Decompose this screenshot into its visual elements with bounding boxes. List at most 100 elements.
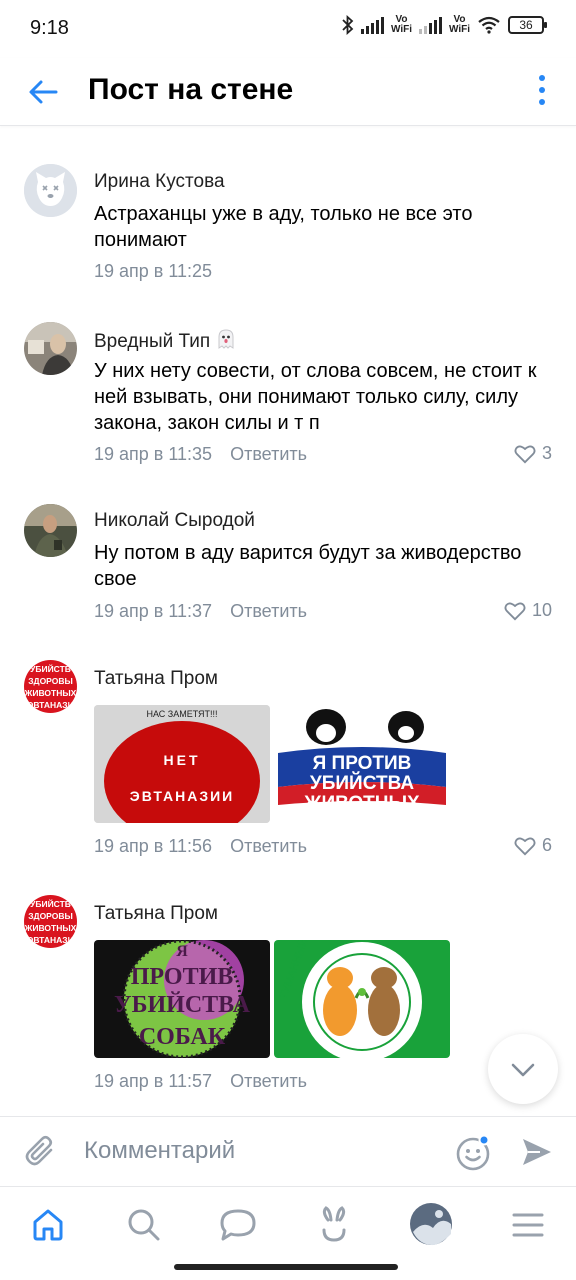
more-button[interactable] [536, 72, 548, 108]
attached-photo[interactable]: Я ПРОТИВ УБИЙСТВА СОБАК [94, 940, 270, 1058]
like-count: 10 [531, 600, 552, 620]
comment-text: Ну потом в аду варится будут за живодерс… [94, 542, 522, 590]
avatar[interactable] [24, 164, 77, 217]
reply-button[interactable]: Ответить [230, 1071, 307, 1092]
svg-text:ЖИВОТНЫХ: ЖИВОТНЫХ [303, 793, 420, 814]
more-dot-icon [539, 99, 545, 105]
comment-time: 19 апр в 11:37 [94, 601, 213, 621]
comment-meta: 19 апр в 11:57 Ответить [94, 1071, 307, 1092]
attached-photo[interactable]: Я ПРОТИВ УБИЙСТВА ЖИВОТНЫХ [274, 705, 450, 823]
status-time: 9:18 [30, 17, 69, 39]
vowifi-label-2: Vo WiFi [448, 14, 470, 35]
app-header: Пост на стене [0, 58, 576, 126]
comment-compose-bar: Комментарий [0, 1116, 576, 1186]
dog-and-cat-emblem-image: ТУМАННЫЙ В...ЗВИТИЯ РОСС [274, 940, 450, 1058]
svg-text:УБИЙСТВА: УБИЙСТВА [310, 772, 414, 794]
svg-text:УБИЙСТВА: УБИЙСТВА [114, 992, 251, 1018]
nav-search[interactable] [124, 1205, 164, 1245]
svg-text:ПРОТИВ: ПРОТИВ [131, 964, 234, 990]
svg-text:ЗДОРОВЫ: ЗДОРОВЫ [28, 676, 73, 686]
emoji-button[interactable] [454, 1133, 492, 1176]
comment-author[interactable]: Николай Сыродой [94, 510, 255, 532]
comment-meta: 19 апр в 11:25 [94, 261, 212, 282]
svg-text:Я ПРОТИВ: Я ПРОТИВ [313, 753, 412, 774]
profile-avatar-icon [410, 1203, 452, 1246]
send-icon [523, 1139, 551, 1165]
svg-text:ЭВТАНАЗИИ: ЭВТАНАЗИИ [130, 788, 234, 804]
wifi-icon [478, 16, 500, 34]
comment-time: 19 апр в 11:35 [94, 444, 213, 464]
svg-text:СОБАК: СОБАК [139, 1024, 226, 1050]
reply-button[interactable]: Ответить [230, 444, 307, 465]
attached-photo[interactable]: НАС ЗАМЕТЯТ!!! НЕТ ЭВТАНАЗИИ [94, 705, 270, 823]
comment-author[interactable]: Вредный Тип [94, 328, 237, 353]
attached-photo[interactable]: ТУМАННЫЙ В...ЗВИТИЯ РОСС [274, 940, 450, 1058]
nav-messages[interactable] [218, 1205, 258, 1245]
avatar[interactable]: УБИЙСТВ ЗДОРОВЫ ЖИВОТНЫХ ЭВТАНАЗИ [24, 660, 77, 713]
search-icon [128, 1209, 160, 1241]
comment-input[interactable]: Комментарий [84, 1137, 235, 1165]
reply-button[interactable]: Ответить [230, 601, 307, 622]
battery-icon: 36 [508, 16, 547, 34]
user-photo-avatar-icon: УБИЙСТВ ЗДОРОВЫ ЖИВОТНЫХ ЭВТАНАЗИ [24, 660, 77, 713]
comment-time: 19 апр в 11:57 [94, 1071, 213, 1091]
vowifi-label-1: Vo WiFi [390, 14, 412, 35]
deactivated-dog-avatar-icon [24, 164, 77, 217]
svg-text:ЭВТАНАЗИ: ЭВТАНАЗИ [27, 935, 73, 945]
user-photo-avatar-icon: УБИЙСТВ ЗДОРОВЫ ЖИВОТНЫХ ЭВТАНАЗИ [24, 895, 77, 948]
attach-button[interactable] [24, 1135, 58, 1174]
svg-text:Я: Я [176, 943, 188, 960]
chevron-down-icon [511, 1063, 535, 1077]
nav-home[interactable] [28, 1205, 68, 1245]
like-count: 3 [541, 443, 552, 463]
nav-menu[interactable] [508, 1205, 548, 1245]
scroll-down-button[interactable] [488, 1034, 558, 1104]
reply-button[interactable]: Ответить [230, 836, 307, 857]
avatar[interactable] [24, 504, 77, 557]
comments-list[interactable]: Ирина Кустова Астраханцы уже в аду, толь… [0, 127, 576, 1115]
avatar[interactable] [24, 322, 77, 375]
like-button[interactable]: 6 [514, 835, 552, 856]
paperclip-icon [25, 1135, 53, 1166]
svg-text:УБИЙСТВ: УБИЙСТВ [30, 663, 71, 674]
heart-icon [514, 837, 536, 855]
svg-text:ЭВТАНАЗИ: ЭВТАНАЗИ [27, 700, 73, 710]
home-indicator[interactable] [174, 1264, 398, 1270]
comment-author[interactable]: Ирина Кустова [94, 171, 225, 193]
bluetooth-icon [342, 15, 354, 35]
more-dot-icon [539, 87, 545, 93]
page-title: Пост на стене [88, 73, 294, 106]
heart-icon [504, 602, 526, 620]
svg-text:НАС ЗАМЕТЯТ!!!: НАС ЗАМЕТЯТ!!! [146, 709, 217, 719]
comment-author[interactable]: Татьяна Пром [94, 668, 218, 690]
svg-text:ЖИВОТНЫХ: ЖИВОТНЫХ [24, 688, 77, 698]
user-photo-avatar-icon [24, 504, 77, 557]
comment-author[interactable]: Татьяна Пром [94, 903, 218, 925]
against-animal-killing-image: Я ПРОТИВ УБИЙСТВА ЖИВОТНЫХ [274, 705, 450, 823]
smile-icon [456, 1134, 490, 1171]
svg-text:НЕТ: НЕТ [164, 752, 201, 768]
send-button[interactable] [520, 1135, 554, 1174]
status-icons: Vo WiFi Vo WiFi 36 [342, 14, 547, 35]
svg-text:ЗДОРОВЫ: ЗДОРОВЫ [28, 911, 73, 921]
nav-clips[interactable] [314, 1205, 354, 1245]
back-button[interactable] [26, 74, 62, 110]
heart-icon [514, 445, 536, 463]
nav-profile[interactable] [408, 1201, 454, 1247]
svg-text:ЖИВОТНЫХ: ЖИВОТНЫХ [24, 923, 77, 933]
avatar[interactable]: УБИЙСТВ ЗДОРОВЫ ЖИВОТНЫХ ЭВТАНАЗИ [24, 895, 77, 948]
no-euthanasia-image: НАС ЗАМЕТЯТ!!! НЕТ ЭВТАНАЗИИ [94, 705, 270, 823]
home-icon [33, 1209, 63, 1241]
comment-text: У них нету совести, от слова совсем, не … [94, 360, 537, 434]
svg-text:УБИЙСТВ: УБИЙСТВ [30, 898, 71, 909]
user-photo-avatar-icon [24, 322, 77, 375]
chat-bubble-icon [220, 1209, 256, 1241]
comment-time: 19 апр в 11:56 [94, 836, 213, 856]
ghost-emoji-icon [218, 329, 234, 349]
like-button[interactable]: 10 [504, 600, 552, 621]
more-dot-icon [539, 75, 545, 81]
status-bar: 9:18 Vo WiFi Vo WiFi 36 [0, 0, 576, 58]
comment-time: 19 апр в 11:25 [94, 261, 213, 281]
arrow-left-icon [29, 80, 58, 104]
like-button[interactable]: 3 [514, 443, 552, 464]
